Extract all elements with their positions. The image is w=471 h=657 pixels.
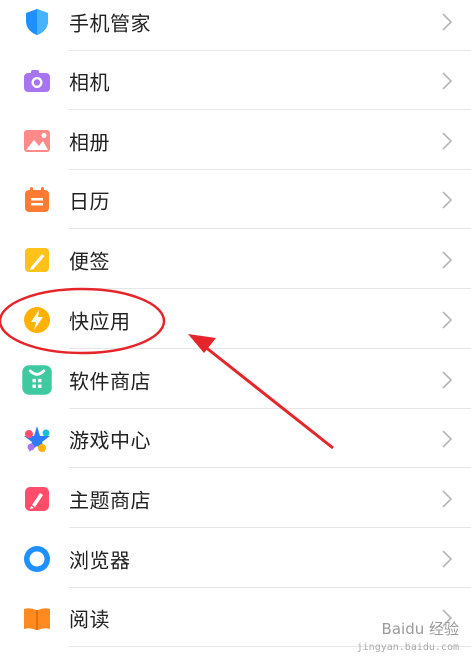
chevron-right-icon — [441, 71, 453, 91]
settings-item-label: 浏览器 — [69, 548, 131, 572]
settings-item-label: 游戏中心 — [69, 428, 151, 452]
app-store-icon — [22, 364, 52, 395]
chevron-right-icon — [441, 12, 453, 32]
theme-store-icon — [22, 484, 52, 514]
settings-item-label: 相机 — [69, 70, 110, 94]
settings-item-label: 日历 — [69, 189, 110, 213]
settings-item-browser[interactable]: 浏览器 — [0, 529, 471, 588]
chevron-right-icon — [441, 310, 453, 330]
settings-item-notes[interactable]: 便签 — [0, 230, 471, 289]
game-center-icon — [22, 424, 52, 454]
quick-app-icon — [22, 305, 52, 335]
reading-icon — [22, 603, 52, 633]
calendar-icon — [22, 185, 52, 215]
divider — [69, 288, 471, 289]
settings-item-label: 软件商店 — [69, 369, 151, 393]
chevron-right-icon — [441, 549, 453, 569]
settings-item-label: 相册 — [69, 130, 110, 154]
shield-icon — [22, 7, 52, 37]
watermark-text: Baidu 经验 — [381, 620, 459, 638]
chevron-right-icon — [441, 489, 453, 509]
divider — [69, 467, 471, 468]
settings-item-label: 阅读 — [69, 607, 110, 631]
notes-icon — [22, 245, 52, 275]
settings-item-label: 手机管家 — [69, 11, 151, 35]
settings-item-label: 便签 — [69, 249, 110, 273]
chevron-right-icon — [441, 370, 453, 390]
settings-item-phone-manager[interactable]: 手机管家 — [0, 0, 471, 51]
settings-item-label: 主题商店 — [69, 488, 151, 512]
divider — [69, 527, 471, 528]
browser-icon — [22, 544, 52, 574]
settings-item-theme-store[interactable]: 主题商店 — [0, 469, 471, 528]
settings-item-app-store[interactable]: 软件商店 — [0, 350, 471, 409]
settings-item-game-center[interactable]: 游戏中心 — [0, 409, 471, 468]
settings-item-quick-app[interactable]: 快应用 — [0, 290, 471, 349]
chevron-right-icon — [441, 250, 453, 270]
chevron-right-icon — [441, 429, 453, 449]
settings-item-gallery[interactable]: 相册 — [0, 111, 471, 170]
gallery-icon — [22, 126, 52, 156]
chevron-right-icon — [441, 131, 453, 151]
settings-item-calendar[interactable]: 日历 — [0, 170, 471, 229]
chevron-right-icon — [441, 190, 453, 210]
settings-item-camera[interactable]: 相机 — [0, 51, 471, 110]
watermark-subtext: jingyan.baidu.com — [356, 642, 459, 653]
settings-item-label: 快应用 — [69, 309, 131, 333]
divider — [69, 348, 471, 349]
camera-icon — [22, 66, 52, 96]
divider — [69, 109, 471, 110]
divider — [69, 228, 471, 229]
